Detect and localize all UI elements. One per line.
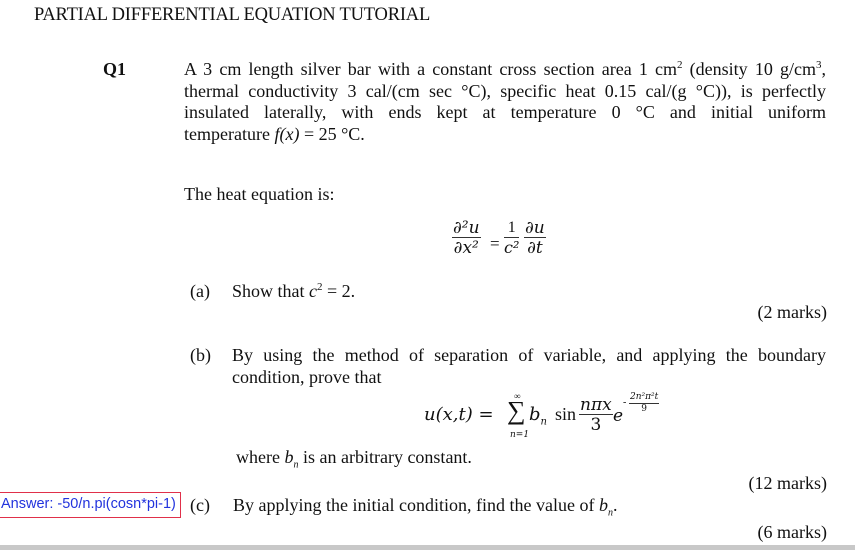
part-c-marks: (6 marks) <box>757 522 827 542</box>
sum-lower-limit: n=1 <box>510 430 530 440</box>
series-sin: sin <box>555 404 577 424</box>
heat-eq-equals: = <box>490 234 500 253</box>
heat-equation-intro: The heat equation is: <box>184 184 335 204</box>
series-lhs: u(x,t) = <box>424 404 494 425</box>
heat-eq-lhs-fraction: ∂²u ∂x² <box>452 218 481 258</box>
problem-statement: A 3 cm length silver bar with a constant… <box>184 59 826 145</box>
problem-line-4: temperature f(x) = 25 °C. <box>184 123 365 144</box>
problem-line-2: thermal conductivity 3 cal/(cm sec °C), … <box>184 80 826 101</box>
question-number: Q1 <box>103 59 127 79</box>
page-title: PARTIAL DIFFERENTIAL EQUATION TUTORIAL <box>34 5 431 25</box>
problem-line-1: A 3 cm length silver bar with a constant… <box>184 59 826 79</box>
heat-eq-rhs-fraction: ∂u ∂t <box>524 218 546 258</box>
sum-symbol: ∑ <box>507 396 526 425</box>
part-b-where: where bn is an arbitrary constant. <box>236 447 472 471</box>
heat-eq-coefficient: 1 c² <box>504 219 520 257</box>
part-a-label: (a) <box>190 281 210 301</box>
part-b-label: (b) <box>190 345 211 365</box>
part-c-text: By applying the initial condition, find … <box>233 495 618 519</box>
part-b-marks: (12 marks) <box>748 473 827 493</box>
series-coefficient: bn <box>529 404 547 428</box>
answer-annotation[interactable]: Answer: -50/n.pi(cosn*pi-1) <box>0 492 181 518</box>
part-a-marks: (2 marks) <box>757 302 827 322</box>
page-bottom-divider <box>0 545 855 550</box>
part-c-label: (c) <box>190 495 210 515</box>
series-sin-argument: nπx 3 <box>579 395 613 435</box>
series-exp-sign: - <box>623 397 627 408</box>
series-exponent: 2n²π²t 9 <box>629 392 660 414</box>
part-b-text: By using the method of separation of var… <box>232 345 826 388</box>
problem-line-3: insulated laterally, with ends kept at t… <box>184 102 826 122</box>
series-exp-base: e <box>613 406 624 426</box>
part-b-line-2: condition, prove that <box>232 366 382 387</box>
part-a-text: Show that c2 = 2. <box>232 281 356 301</box>
part-b-line-1: By using the method of separation of var… <box>232 345 826 365</box>
